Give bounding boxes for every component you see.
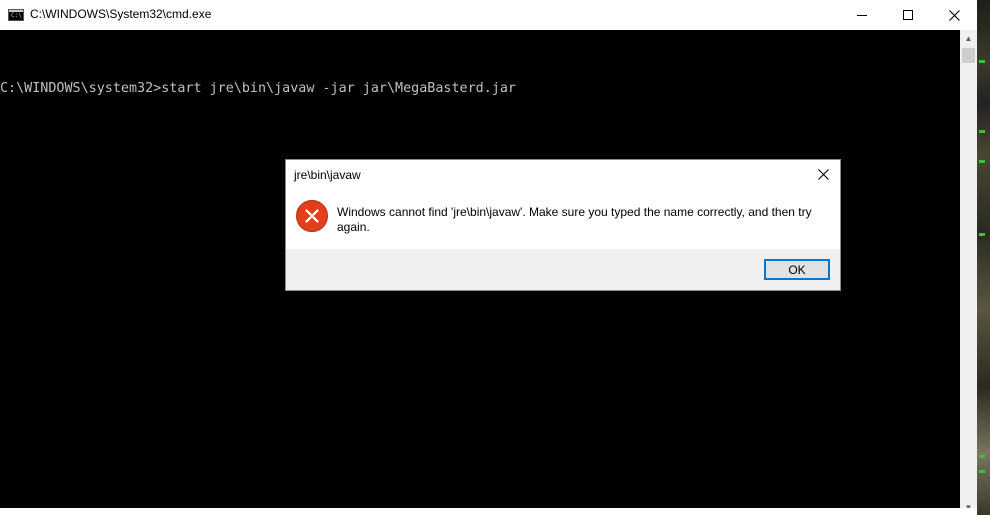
background-window-edge xyxy=(977,0,990,515)
window-bottom-edge xyxy=(0,508,977,515)
window-title: C:\WINDOWS\System32\cmd.exe xyxy=(30,7,212,21)
title-bar[interactable]: C:\ C:\WINDOWS\System32\cmd.exe xyxy=(0,0,977,30)
console-line: C:\WINDOWS\system32>start jre\bin\javaw … xyxy=(0,81,516,96)
scroll-up-arrow-icon[interactable]: ▲ xyxy=(960,30,977,46)
console-output[interactable]: C:\WINDOWS\system32>start jre\bin\javaw … xyxy=(0,44,960,134)
vertical-scrollbar[interactable]: ▲ ▼ xyxy=(960,30,977,515)
error-x-glyph xyxy=(305,209,319,223)
error-icon xyxy=(296,200,328,232)
cmd-app-icon[interactable]: C:\ xyxy=(8,9,24,21)
error-dialog: jre\bin\javaw Windows cannot find 'jre\b… xyxy=(285,159,841,291)
close-icon xyxy=(948,9,960,21)
maximize-button[interactable] xyxy=(885,0,931,30)
dialog-close-button[interactable] xyxy=(806,160,840,188)
minimize-icon xyxy=(857,14,867,16)
maximize-icon xyxy=(903,10,913,20)
ok-button[interactable]: OK xyxy=(764,259,830,280)
dialog-footer: OK xyxy=(286,249,840,290)
close-button[interactable] xyxy=(931,0,977,30)
dialog-title: jre\bin\javaw xyxy=(294,168,361,182)
dialog-message: Windows cannot find 'jre\bin\javaw'. Mak… xyxy=(337,205,812,234)
close-icon xyxy=(817,168,829,180)
minimize-button[interactable] xyxy=(839,0,885,30)
cmd-app-icon-text: C:\ xyxy=(11,12,22,19)
scroll-thumb[interactable] xyxy=(962,48,975,63)
